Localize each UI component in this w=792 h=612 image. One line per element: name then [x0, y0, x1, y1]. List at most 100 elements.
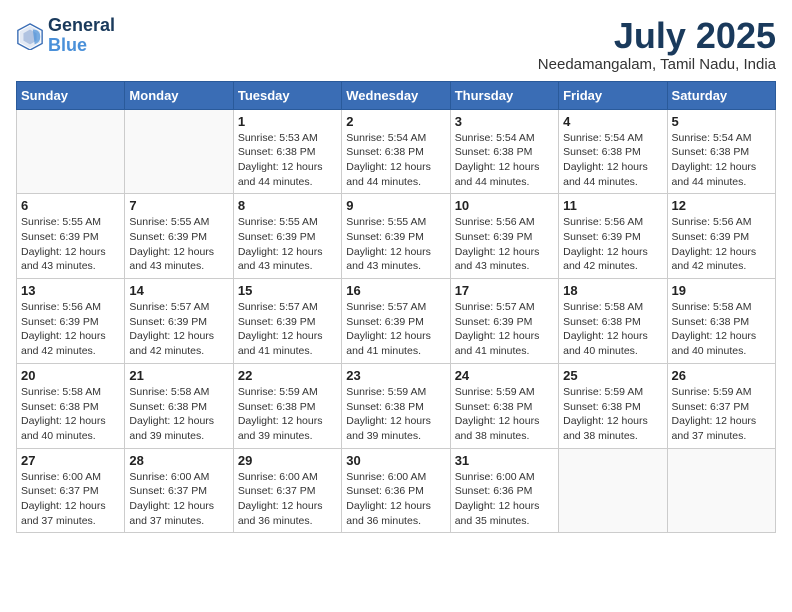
day-number: 13: [21, 283, 120, 298]
day-number: 29: [238, 453, 337, 468]
day-info: Sunrise: 6:00 AM Sunset: 6:37 PM Dayligh…: [129, 470, 228, 529]
calendar-day-24: 24 Sunrise: 5:59 AM Sunset: 6:38 PM Dayli…: [450, 363, 558, 448]
weekday-header-monday: Monday: [125, 81, 233, 109]
day-info: Sunrise: 5:59 AM Sunset: 6:37 PM Dayligh…: [672, 385, 771, 444]
day-info: Sunrise: 5:55 AM Sunset: 6:39 PM Dayligh…: [21, 215, 120, 274]
day-number: 2: [346, 114, 445, 129]
day-number: 5: [672, 114, 771, 129]
weekday-header-wednesday: Wednesday: [342, 81, 450, 109]
logo-text: General Blue: [48, 16, 115, 56]
day-info: Sunrise: 5:57 AM Sunset: 6:39 PM Dayligh…: [129, 300, 228, 359]
calendar-week-row: 6 Sunrise: 5:55 AM Sunset: 6:39 PM Daylig…: [17, 194, 776, 279]
calendar-day-18: 18 Sunrise: 5:58 AM Sunset: 6:38 PM Dayli…: [559, 279, 667, 364]
day-info: Sunrise: 5:58 AM Sunset: 6:38 PM Dayligh…: [672, 300, 771, 359]
calendar-day-2: 2Sunrise: 5:54 AM Sunset: 6:38 PM Daylig…: [342, 109, 450, 194]
calendar-day-19: 19 Sunrise: 5:58 AM Sunset: 6:38 PM Dayli…: [667, 279, 775, 364]
calendar-day-15: 15Sunrise: 5:57 AM Sunset: 6:39 PM Dayli…: [233, 279, 341, 364]
day-number: 12: [672, 198, 771, 213]
calendar-day-31: 31 Sunrise: 6:00 AM Sunset: 6:36 PM Dayli…: [450, 448, 558, 533]
day-info: Sunrise: 5:59 AM Sunset: 6:38 PM Dayligh…: [455, 385, 554, 444]
day-info: Sunrise: 5:58 AM Sunset: 6:38 PM Dayligh…: [563, 300, 662, 359]
day-info: Sunrise: 5:56 AM Sunset: 6:39 PM Dayligh…: [563, 215, 662, 274]
weekday-header-friday: Friday: [559, 81, 667, 109]
page-header: General Blue July 2025 Needamangalam, Ta…: [16, 16, 776, 73]
calendar-day-13: 13 Sunrise: 5:56 AM Sunset: 6:39 PM Dayli…: [17, 279, 125, 364]
day-info: Sunrise: 6:00 AM Sunset: 6:37 PM Dayligh…: [21, 470, 120, 529]
calendar-day-6: 6 Sunrise: 5:55 AM Sunset: 6:39 PM Daylig…: [17, 194, 125, 279]
weekday-header-row: SundayMondayTuesdayWednesdayThursdayFrid…: [17, 81, 776, 109]
day-info: Sunrise: 5:58 AM Sunset: 6:38 PM Dayligh…: [21, 385, 120, 444]
day-number: 21: [129, 368, 228, 383]
calendar-day-3: 3 Sunrise: 5:54 AM Sunset: 6:38 PM Daylig…: [450, 109, 558, 194]
calendar-day-empty: [559, 448, 667, 533]
day-info: Sunrise: 5:57 AM Sunset: 6:39 PM Dayligh…: [455, 300, 554, 359]
day-info: Sunrise: 6:00 AM Sunset: 6:36 PM Dayligh…: [346, 470, 445, 529]
day-number: 10: [455, 198, 554, 213]
weekday-header-tuesday: Tuesday: [233, 81, 341, 109]
calendar-day-12: 12Sunrise: 5:56 AM Sunset: 6:39 PM Dayli…: [667, 194, 775, 279]
calendar-day-22: 22 Sunrise: 5:59 AM Sunset: 6:38 PM Dayli…: [233, 363, 341, 448]
calendar-day-empty: [667, 448, 775, 533]
day-info: Sunrise: 6:00 AM Sunset: 6:36 PM Dayligh…: [455, 470, 554, 529]
day-number: 22: [238, 368, 337, 383]
month-year: July 2025: [538, 16, 776, 56]
day-info: Sunrise: 5:54 AM Sunset: 6:38 PM Dayligh…: [455, 131, 554, 190]
calendar-day-28: 28 Sunrise: 6:00 AM Sunset: 6:37 PM Dayli…: [125, 448, 233, 533]
calendar-day-23: 23Sunrise: 5:59 AM Sunset: 6:38 PM Dayli…: [342, 363, 450, 448]
day-number: 27: [21, 453, 120, 468]
day-number: 9: [346, 198, 445, 213]
weekday-header-thursday: Thursday: [450, 81, 558, 109]
day-number: 11: [563, 198, 662, 213]
calendar-day-7: 7 Sunrise: 5:55 AM Sunset: 6:39 PM Daylig…: [125, 194, 233, 279]
day-info: Sunrise: 5:56 AM Sunset: 6:39 PM Dayligh…: [455, 215, 554, 274]
day-info: Sunrise: 5:57 AM Sunset: 6:39 PM Dayligh…: [238, 300, 337, 359]
calendar-day-1: 1 Sunrise: 5:53 AM Sunset: 6:38 PM Daylig…: [233, 109, 341, 194]
day-info: Sunrise: 5:56 AM Sunset: 6:39 PM Dayligh…: [21, 300, 120, 359]
day-number: 26: [672, 368, 771, 383]
day-info: Sunrise: 5:55 AM Sunset: 6:39 PM Dayligh…: [238, 215, 337, 274]
day-info: Sunrise: 5:57 AM Sunset: 6:39 PM Dayligh…: [346, 300, 445, 359]
calendar-day-empty: [125, 109, 233, 194]
calendar-week-row: 13 Sunrise: 5:56 AM Sunset: 6:39 PM Dayli…: [17, 279, 776, 364]
day-number: 1: [238, 114, 337, 129]
calendar-table: SundayMondayTuesdayWednesdayThursdayFrid…: [16, 81, 776, 534]
logo-icon: [16, 22, 44, 50]
calendar-day-14: 14 Sunrise: 5:57 AM Sunset: 6:39 PM Dayli…: [125, 279, 233, 364]
day-number: 28: [129, 453, 228, 468]
day-info: Sunrise: 5:53 AM Sunset: 6:38 PM Dayligh…: [238, 131, 337, 190]
day-info: Sunrise: 5:54 AM Sunset: 6:38 PM Dayligh…: [563, 131, 662, 190]
calendar-day-4: 4Sunrise: 5:54 AM Sunset: 6:38 PM Daylig…: [559, 109, 667, 194]
weekday-header-saturday: Saturday: [667, 81, 775, 109]
calendar-week-row: 20 Sunrise: 5:58 AM Sunset: 6:38 PM Dayli…: [17, 363, 776, 448]
calendar-week-row: 27 Sunrise: 6:00 AM Sunset: 6:37 PM Dayli…: [17, 448, 776, 533]
day-number: 7: [129, 198, 228, 213]
calendar-day-9: 9 Sunrise: 5:55 AM Sunset: 6:39 PM Daylig…: [342, 194, 450, 279]
calendar-day-21: 21 Sunrise: 5:58 AM Sunset: 6:38 PM Dayli…: [125, 363, 233, 448]
calendar-day-16: 16Sunrise: 5:57 AM Sunset: 6:39 PM Dayli…: [342, 279, 450, 364]
day-number: 23: [346, 368, 445, 383]
day-info: Sunrise: 5:54 AM Sunset: 6:38 PM Dayligh…: [672, 131, 771, 190]
calendar-day-11: 11 Sunrise: 5:56 AM Sunset: 6:39 PM Dayli…: [559, 194, 667, 279]
day-info: Sunrise: 5:55 AM Sunset: 6:39 PM Dayligh…: [129, 215, 228, 274]
day-number: 24: [455, 368, 554, 383]
day-number: 31: [455, 453, 554, 468]
weekday-header-sunday: Sunday: [17, 81, 125, 109]
calendar-day-27: 27 Sunrise: 6:00 AM Sunset: 6:37 PM Dayli…: [17, 448, 125, 533]
location: Needamangalam, Tamil Nadu, India: [538, 56, 776, 73]
calendar-day-25: 25Sunrise: 5:59 AM Sunset: 6:38 PM Dayli…: [559, 363, 667, 448]
title-block: July 2025 Needamangalam, Tamil Nadu, Ind…: [538, 16, 776, 73]
day-number: 6: [21, 198, 120, 213]
calendar-day-30: 30Sunrise: 6:00 AM Sunset: 6:36 PM Dayli…: [342, 448, 450, 533]
day-number: 19: [672, 283, 771, 298]
day-number: 20: [21, 368, 120, 383]
calendar-day-17: 17Sunrise: 5:57 AM Sunset: 6:39 PM Dayli…: [450, 279, 558, 364]
day-info: Sunrise: 5:59 AM Sunset: 6:38 PM Dayligh…: [238, 385, 337, 444]
calendar-day-8: 8Sunrise: 5:55 AM Sunset: 6:39 PM Daylig…: [233, 194, 341, 279]
day-number: 14: [129, 283, 228, 298]
day-info: Sunrise: 6:00 AM Sunset: 6:37 PM Dayligh…: [238, 470, 337, 529]
day-number: 18: [563, 283, 662, 298]
day-info: Sunrise: 5:55 AM Sunset: 6:39 PM Dayligh…: [346, 215, 445, 274]
day-info: Sunrise: 5:58 AM Sunset: 6:38 PM Dayligh…: [129, 385, 228, 444]
day-number: 3: [455, 114, 554, 129]
calendar-day-5: 5 Sunrise: 5:54 AM Sunset: 6:38 PM Daylig…: [667, 109, 775, 194]
